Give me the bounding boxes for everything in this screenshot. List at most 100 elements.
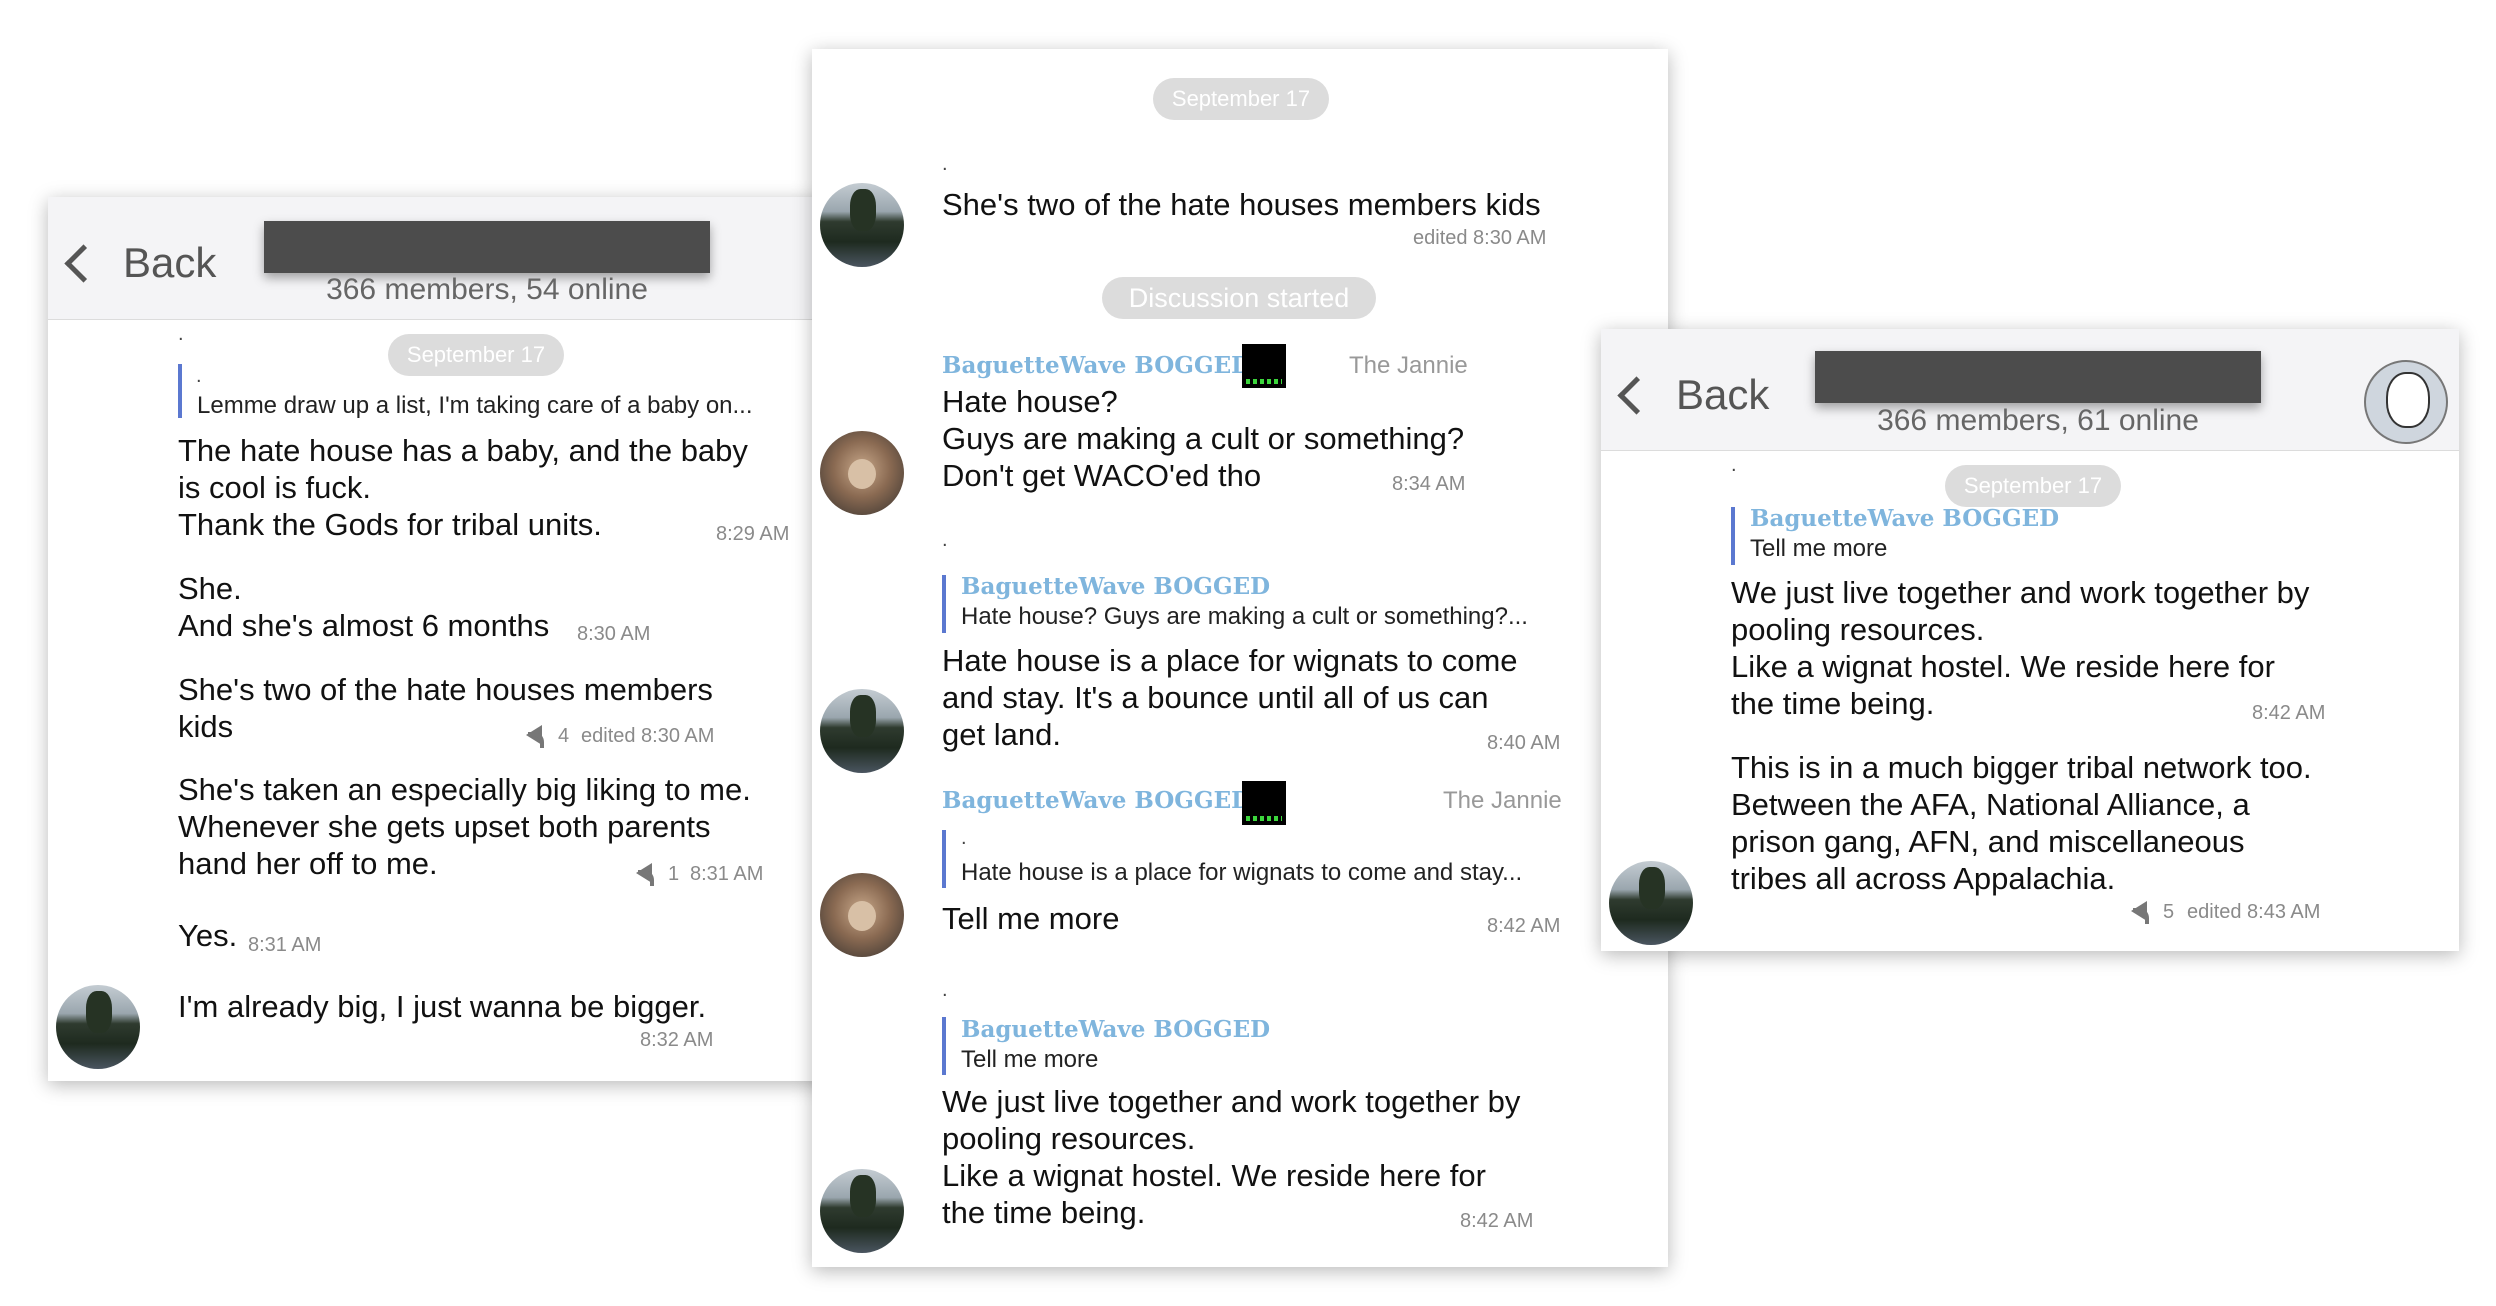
message-time: 8:31 AM xyxy=(690,863,764,885)
quote-bar xyxy=(178,364,182,418)
message-time: 8:42 AM xyxy=(1487,915,1561,937)
message-dot: . xyxy=(178,323,184,345)
chevron-left-icon xyxy=(64,243,103,283)
message-text: She's taken an especially big liking to … xyxy=(178,772,751,807)
message-text: and stay. It's a bounce until all of us … xyxy=(942,680,1489,715)
avatar[interactable] xyxy=(820,873,904,957)
quote-dot: . xyxy=(961,827,967,849)
quote-sender: BaguetteWave BOGGED xyxy=(961,1016,1271,1043)
reply-icon[interactable] xyxy=(636,863,654,886)
date-pill: September 17 xyxy=(388,334,564,376)
quote-bar xyxy=(1731,507,1735,565)
user-badge-icon xyxy=(1242,781,1286,825)
chevron-left-icon xyxy=(1617,375,1656,415)
message-text: the time being. xyxy=(1731,686,1935,721)
message-text: get land. xyxy=(942,717,1061,752)
avatar[interactable] xyxy=(56,985,140,1069)
quote-dot: . xyxy=(196,365,202,387)
back-button[interactable]: Back xyxy=(1617,371,1770,419)
member-count: 366 members, 61 online xyxy=(1877,404,2199,437)
message-text: Don't get WACO'ed tho xyxy=(942,458,1262,493)
message-dot: . xyxy=(1731,454,1737,476)
middle-chat-panel: September 17 . She's two of the hate hou… xyxy=(812,49,1668,1267)
sender-name[interactable]: BaguetteWave BOGGED xyxy=(942,352,1251,379)
message-time: 8:32 AM xyxy=(640,1029,714,1051)
message-text: Like a wignat hostel. We reside here for xyxy=(942,1158,1486,1193)
message-text: The hate house has a baby, and the baby xyxy=(178,433,748,468)
message-text: She's two of the hate houses members xyxy=(178,672,713,707)
message-text: prison gang, AFN, and miscellaneous xyxy=(1731,824,2245,859)
group-avatar[interactable] xyxy=(2364,360,2448,444)
message-text: Like a wignat hostel. We reside here for xyxy=(1731,649,2275,684)
message-text: pooling resources. xyxy=(1731,612,1985,647)
quote-text: Hate house is a place for wignats to com… xyxy=(961,859,1523,886)
message-time: 8:29 AM xyxy=(716,523,790,545)
member-role: The Jannie xyxy=(1443,787,1562,814)
message-text: Hate house is a place for wignats to com… xyxy=(942,643,1518,678)
right-chat-panel: Back 366 members, 61 online . September … xyxy=(1601,329,2459,951)
message-text: We just live together and work together … xyxy=(1731,575,2310,610)
quote-text: Tell me more xyxy=(1750,535,1888,562)
left-chat-panel: Back 366 members, 54 online . September … xyxy=(48,197,838,1081)
message-time: 8:42 AM xyxy=(2252,702,2326,724)
message-text: hand her off to me. xyxy=(178,846,438,881)
quote-sender: BaguetteWave BOGGED xyxy=(961,573,1271,600)
quote-bar xyxy=(942,830,946,888)
chat-header: Back 366 members, 54 online xyxy=(48,197,838,320)
user-badge-icon xyxy=(1242,344,1286,388)
avatar[interactable] xyxy=(820,431,904,515)
avatar[interactable] xyxy=(820,183,904,267)
message-text: Hate house? xyxy=(942,384,1118,419)
message-dot: . xyxy=(942,153,948,175)
message-time: edited 8:30 AM xyxy=(581,725,715,747)
quote-bar xyxy=(942,575,946,633)
message-text: Between the AFA, National Alliance, a xyxy=(1731,787,2250,822)
message-text: Yes. xyxy=(178,918,238,953)
quote-text: Hate house? Guys are making a cult or so… xyxy=(961,603,1528,630)
message-text: pooling resources. xyxy=(942,1121,1196,1156)
message-time: edited 8:30 AM xyxy=(1413,227,1547,249)
message-time: 8:34 AM xyxy=(1392,473,1466,495)
message-time: 8:42 AM xyxy=(1460,1210,1534,1232)
reply-count[interactable]: 5 xyxy=(2163,901,2174,924)
message-time: edited 8:43 AM xyxy=(2187,901,2321,923)
avatar[interactable] xyxy=(1609,861,1693,945)
message-text: Tell me more xyxy=(942,901,1120,936)
member-count: 366 members, 54 online xyxy=(326,273,648,306)
message-text: Thank the Gods for tribal units. xyxy=(178,507,602,542)
redacted-chat-title xyxy=(1815,351,2261,403)
message-text: We just live together and work together … xyxy=(942,1084,1521,1119)
avatar[interactable] xyxy=(820,689,904,773)
message-text: kids xyxy=(178,709,234,744)
message-dot: . xyxy=(942,979,948,1001)
sender-name[interactable]: BaguetteWave BOGGED xyxy=(942,787,1251,814)
reply-icon[interactable] xyxy=(526,725,544,748)
chat-header: Back 366 members, 61 online xyxy=(1601,329,2459,451)
message-time: 8:31 AM xyxy=(248,934,322,956)
message-text: Guys are making a cult or something? xyxy=(942,421,1465,456)
back-button[interactable]: Back xyxy=(64,239,217,287)
discussion-started-pill: Discussion started xyxy=(1102,277,1376,319)
avatar[interactable] xyxy=(820,1169,904,1253)
date-pill: September 17 xyxy=(1153,78,1329,120)
quote-text: Tell me more xyxy=(961,1046,1099,1073)
quote-bar xyxy=(942,1017,946,1075)
back-label: Back xyxy=(123,239,217,286)
message-text: This is in a much bigger tribal network … xyxy=(1731,750,2312,785)
message-time: 8:30 AM xyxy=(577,623,651,645)
message-text: I'm already big, I just wanna be bigger. xyxy=(178,989,707,1024)
reply-count[interactable]: 4 xyxy=(558,725,569,748)
message-text: She. xyxy=(178,571,242,606)
back-label: Back xyxy=(1676,371,1770,418)
message-text: tribes all across Appalachia. xyxy=(1731,861,2116,896)
quote-text: Lemme draw up a list, I'm taking care of… xyxy=(197,392,753,419)
message-text: Whenever she gets upset both parents xyxy=(178,809,711,844)
date-pill: September 17 xyxy=(1945,465,2121,507)
message-text: She's two of the hate houses members kid… xyxy=(942,187,1541,222)
reply-icon[interactable] xyxy=(2131,901,2149,924)
message-text: the time being. xyxy=(942,1195,1146,1230)
message-time: 8:40 AM xyxy=(1487,732,1561,754)
redacted-chat-title xyxy=(264,221,710,273)
member-role: The Jannie xyxy=(1349,352,1468,379)
reply-count[interactable]: 1 xyxy=(668,863,679,886)
